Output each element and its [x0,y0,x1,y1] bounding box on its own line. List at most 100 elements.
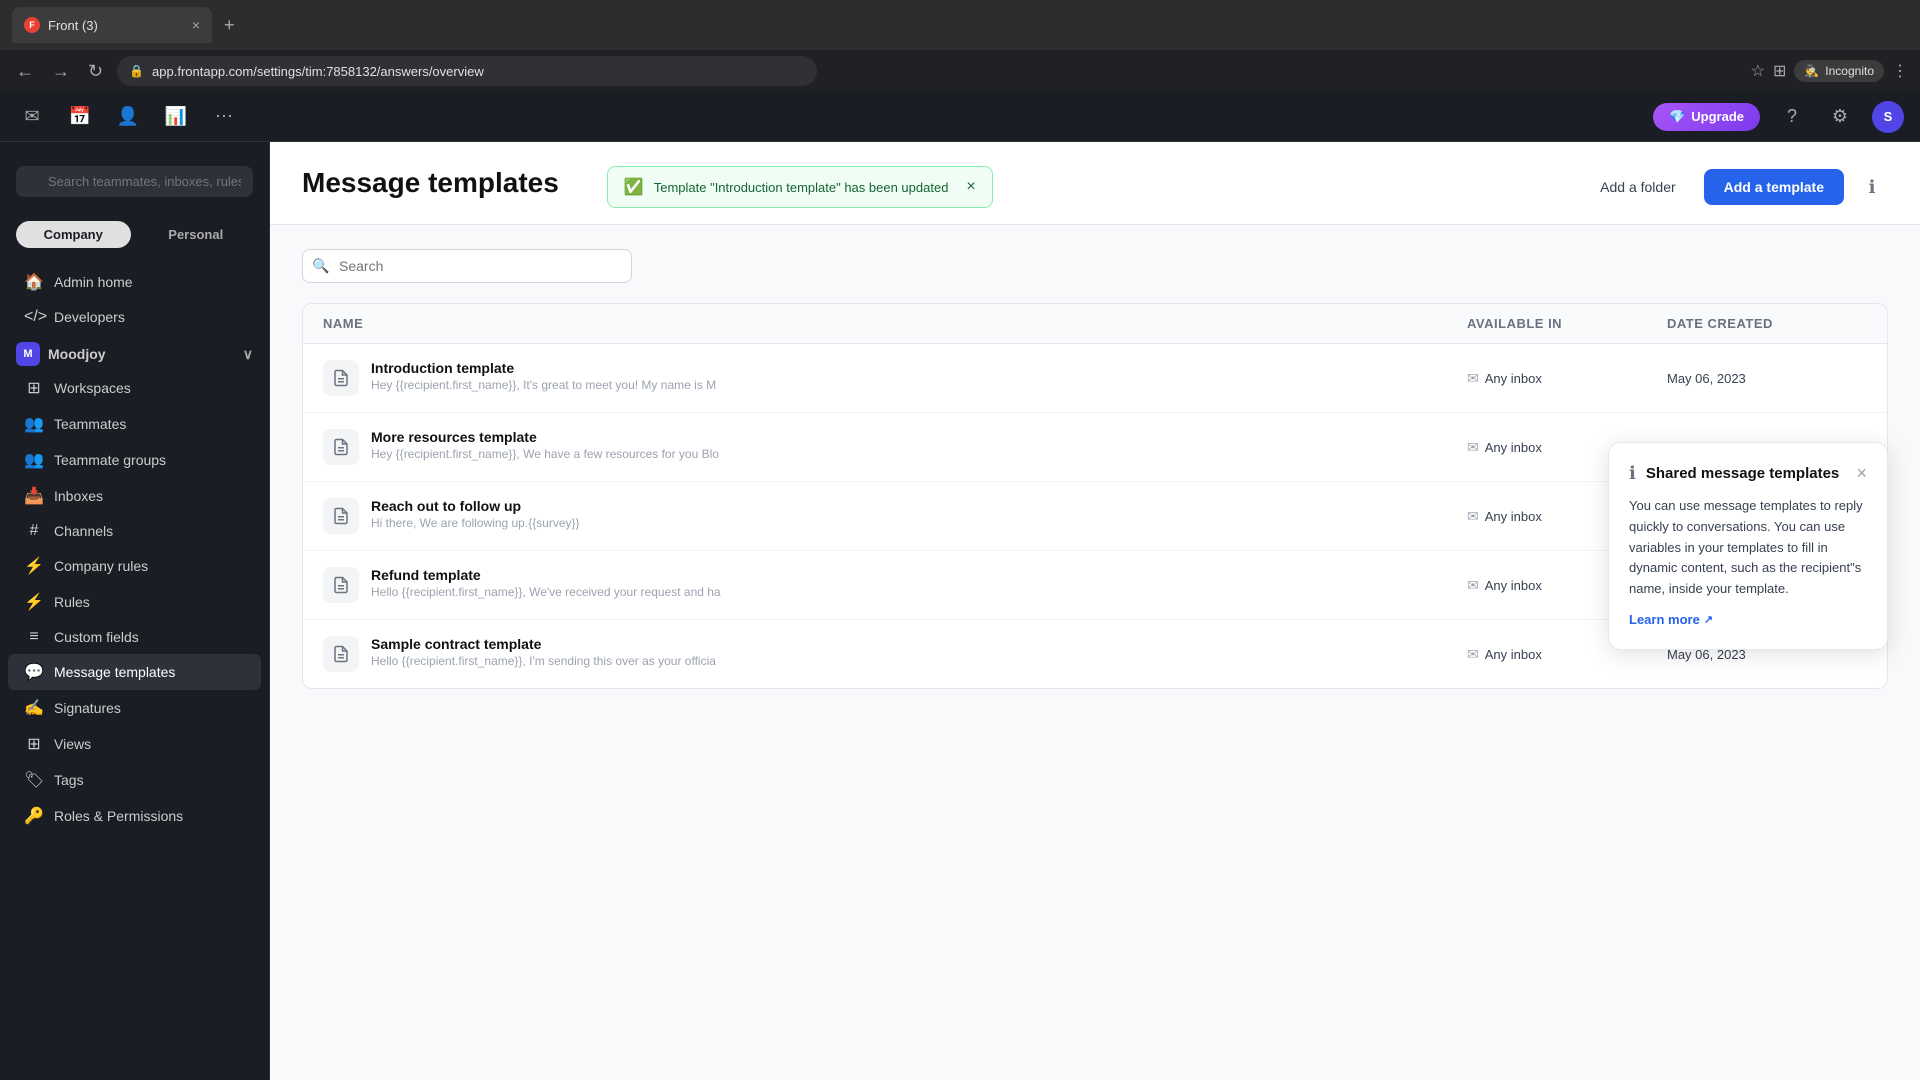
row-name-cell: Sample contract template Hello {{recipie… [323,636,1467,672]
sidebar-org[interactable]: M Moodjoy ∨ [0,334,269,370]
template-name: More resources template [371,429,719,445]
tags-icon: 🏷 [24,770,44,790]
sidebar-item-signatures[interactable]: ✍ Signatures [8,690,261,726]
template-icon [323,429,359,465]
info-popup-header: ℹ Shared message templates × [1629,463,1867,484]
row-name-cell: Introduction template Hey {{recipient.fi… [323,360,1467,396]
calendar-icon[interactable]: 📅 [64,101,96,133]
sidebar-item-company-rules[interactable]: ⚡ Company rules [8,548,261,584]
toast-close-btn[interactable]: × [966,178,975,196]
page-title: Message templates [302,167,559,199]
sidebar-item-inboxes[interactable]: 📥 Inboxes [8,478,261,514]
template-icon [323,636,359,672]
sidebar-item-roles-permissions[interactable]: 🔑 Roles & Permissions [8,798,261,834]
company-rules-icon: ⚡ [24,556,44,576]
sidebar-item-teammate-groups[interactable]: 👥 Teammate groups [8,442,261,478]
org-name: Moodjoy [48,346,106,362]
template-name: Sample contract template [371,636,716,652]
sidebar-item-views[interactable]: ⊞ Views [8,726,261,762]
inbox-icon: ✉ [1467,646,1479,663]
info-popup-icon: ℹ [1629,463,1636,484]
add-folder-btn[interactable]: Add a folder [1584,171,1692,203]
inbox-icon: ✉ [1467,439,1479,456]
reload-btn[interactable]: ↻ [84,57,107,86]
global-search-input[interactable] [16,166,253,197]
top-toolbar: ✉ 📅 👤 📊 ⋯ 💎 Upgrade ? ⚙ S [0,92,1920,142]
analytics-icon[interactable]: 📊 [160,101,192,133]
inbox-icon: ✉ [1467,577,1479,594]
admin-home-label: Admin home [54,274,133,290]
info-popup-close-btn[interactable]: × [1856,463,1867,484]
sidebar-item-tags[interactable]: 🏷 Tags [8,762,261,798]
lock-icon: 🔒 [129,64,144,78]
workspaces-icon: ⊞ [24,378,44,398]
sidebar-item-message-templates[interactable]: 💬 Message templates [8,654,261,690]
col-header-name: Name [323,316,1467,331]
channels-icon: # [24,522,44,540]
company-tab[interactable]: Company [16,221,131,248]
extensions-icon[interactable]: ⊞ [1773,61,1786,81]
external-link-icon: ↗ [1704,613,1713,626]
add-template-btn[interactable]: Add a template [1704,169,1844,205]
org-expand-icon: ∨ [243,346,253,363]
roles-icon: 🔑 [24,806,44,826]
address-bar[interactable]: 🔒 app.frontapp.com/settings/tim:7858132/… [117,56,817,86]
signatures-icon: ✍ [24,698,44,718]
sidebar-item-admin-home[interactable]: 🏠 Admin home [8,264,261,300]
teammates-icon: 👥 [24,414,44,434]
browser-tab[interactable]: F Front (3) × [12,7,212,43]
new-tab-btn[interactable]: + [224,15,235,36]
upgrade-diamond-icon: 💎 [1669,109,1685,125]
col-header-date: Date created [1667,316,1867,331]
company-personal-toggle: Company Personal [0,213,269,256]
toast-check-icon: ✅ [624,177,644,197]
sidebar-item-workspaces[interactable]: ⊞ Workspaces [8,370,261,406]
incognito-btn[interactable]: 🕵 Incognito [1794,60,1884,82]
browser-tab-close-btn[interactable]: × [192,17,200,33]
row-name-cell: More resources template Hey {{recipient.… [323,429,1467,465]
learn-more-link[interactable]: Learn more ↗ [1629,612,1713,627]
template-icon [323,498,359,534]
settings-icon[interactable]: ⚙ [1824,101,1856,133]
views-label: Views [54,736,91,752]
app-container: ✉ 📅 👤 📊 ⋯ 💎 Upgrade ? ⚙ S 🔍 [0,92,1920,1080]
org-icon: M [16,342,40,366]
col-header-available: Available in [1467,316,1667,331]
template-name: Introduction template [371,360,716,376]
template-name: Refund template [371,567,721,583]
nav-actions: ☆ ⊞ 🕵 Incognito ⋮ [1751,60,1908,82]
sidebar-item-teammates[interactable]: 👥 Teammates [8,406,261,442]
custom-fields-label: Custom fields [54,629,139,645]
help-icon[interactable]: ? [1776,101,1808,133]
contacts-icon[interactable]: 👤 [112,101,144,133]
back-btn[interactable]: ← [12,57,38,86]
inbox-icon[interactable]: ✉ [16,101,48,133]
content-area: Message templates ✅ Template "Introducti… [270,142,1920,1080]
more-icon[interactable]: ⋯ [208,101,240,133]
sidebar-item-developers[interactable]: </> Developers [8,300,261,334]
content-wrapper: Message templates ✅ Template "Introducti… [270,142,1920,713]
bookmark-icon[interactable]: ☆ [1751,61,1765,81]
template-preview: Hello {{recipient.first_name}}, We've re… [371,585,721,599]
personal-tab[interactable]: Personal [139,221,254,248]
sidebar-item-channels[interactable]: # Channels [8,514,261,548]
info-btn[interactable]: ℹ [1856,171,1888,203]
upgrade-btn[interactable]: 💎 Upgrade [1653,103,1760,131]
rules-icon: ⚡ [24,592,44,612]
rules-label: Rules [54,594,90,610]
incognito-label: Incognito [1825,64,1874,78]
signatures-label: Signatures [54,700,121,716]
sidebar-item-rules[interactable]: ⚡ Rules [8,584,261,620]
inbox-label: Any inbox [1485,647,1542,662]
template-preview: Hey {{recipient.first_name}}, It's great… [371,378,716,392]
sidebar-item-custom-fields[interactable]: ≡ Custom fields [8,620,261,654]
incognito-avatar: 🕵 [1804,64,1819,78]
inboxes-icon: 📥 [24,486,44,506]
user-avatar[interactable]: S [1872,101,1904,133]
browser-tab-favicon: F [24,17,40,33]
template-search-input[interactable] [302,249,632,283]
table-row[interactable]: Introduction template Hey {{recipient.fi… [303,344,1887,413]
browser-menu-icon[interactable]: ⋮ [1892,61,1908,81]
forward-btn[interactable]: → [48,57,74,86]
learn-more-text: Learn more [1629,612,1700,627]
